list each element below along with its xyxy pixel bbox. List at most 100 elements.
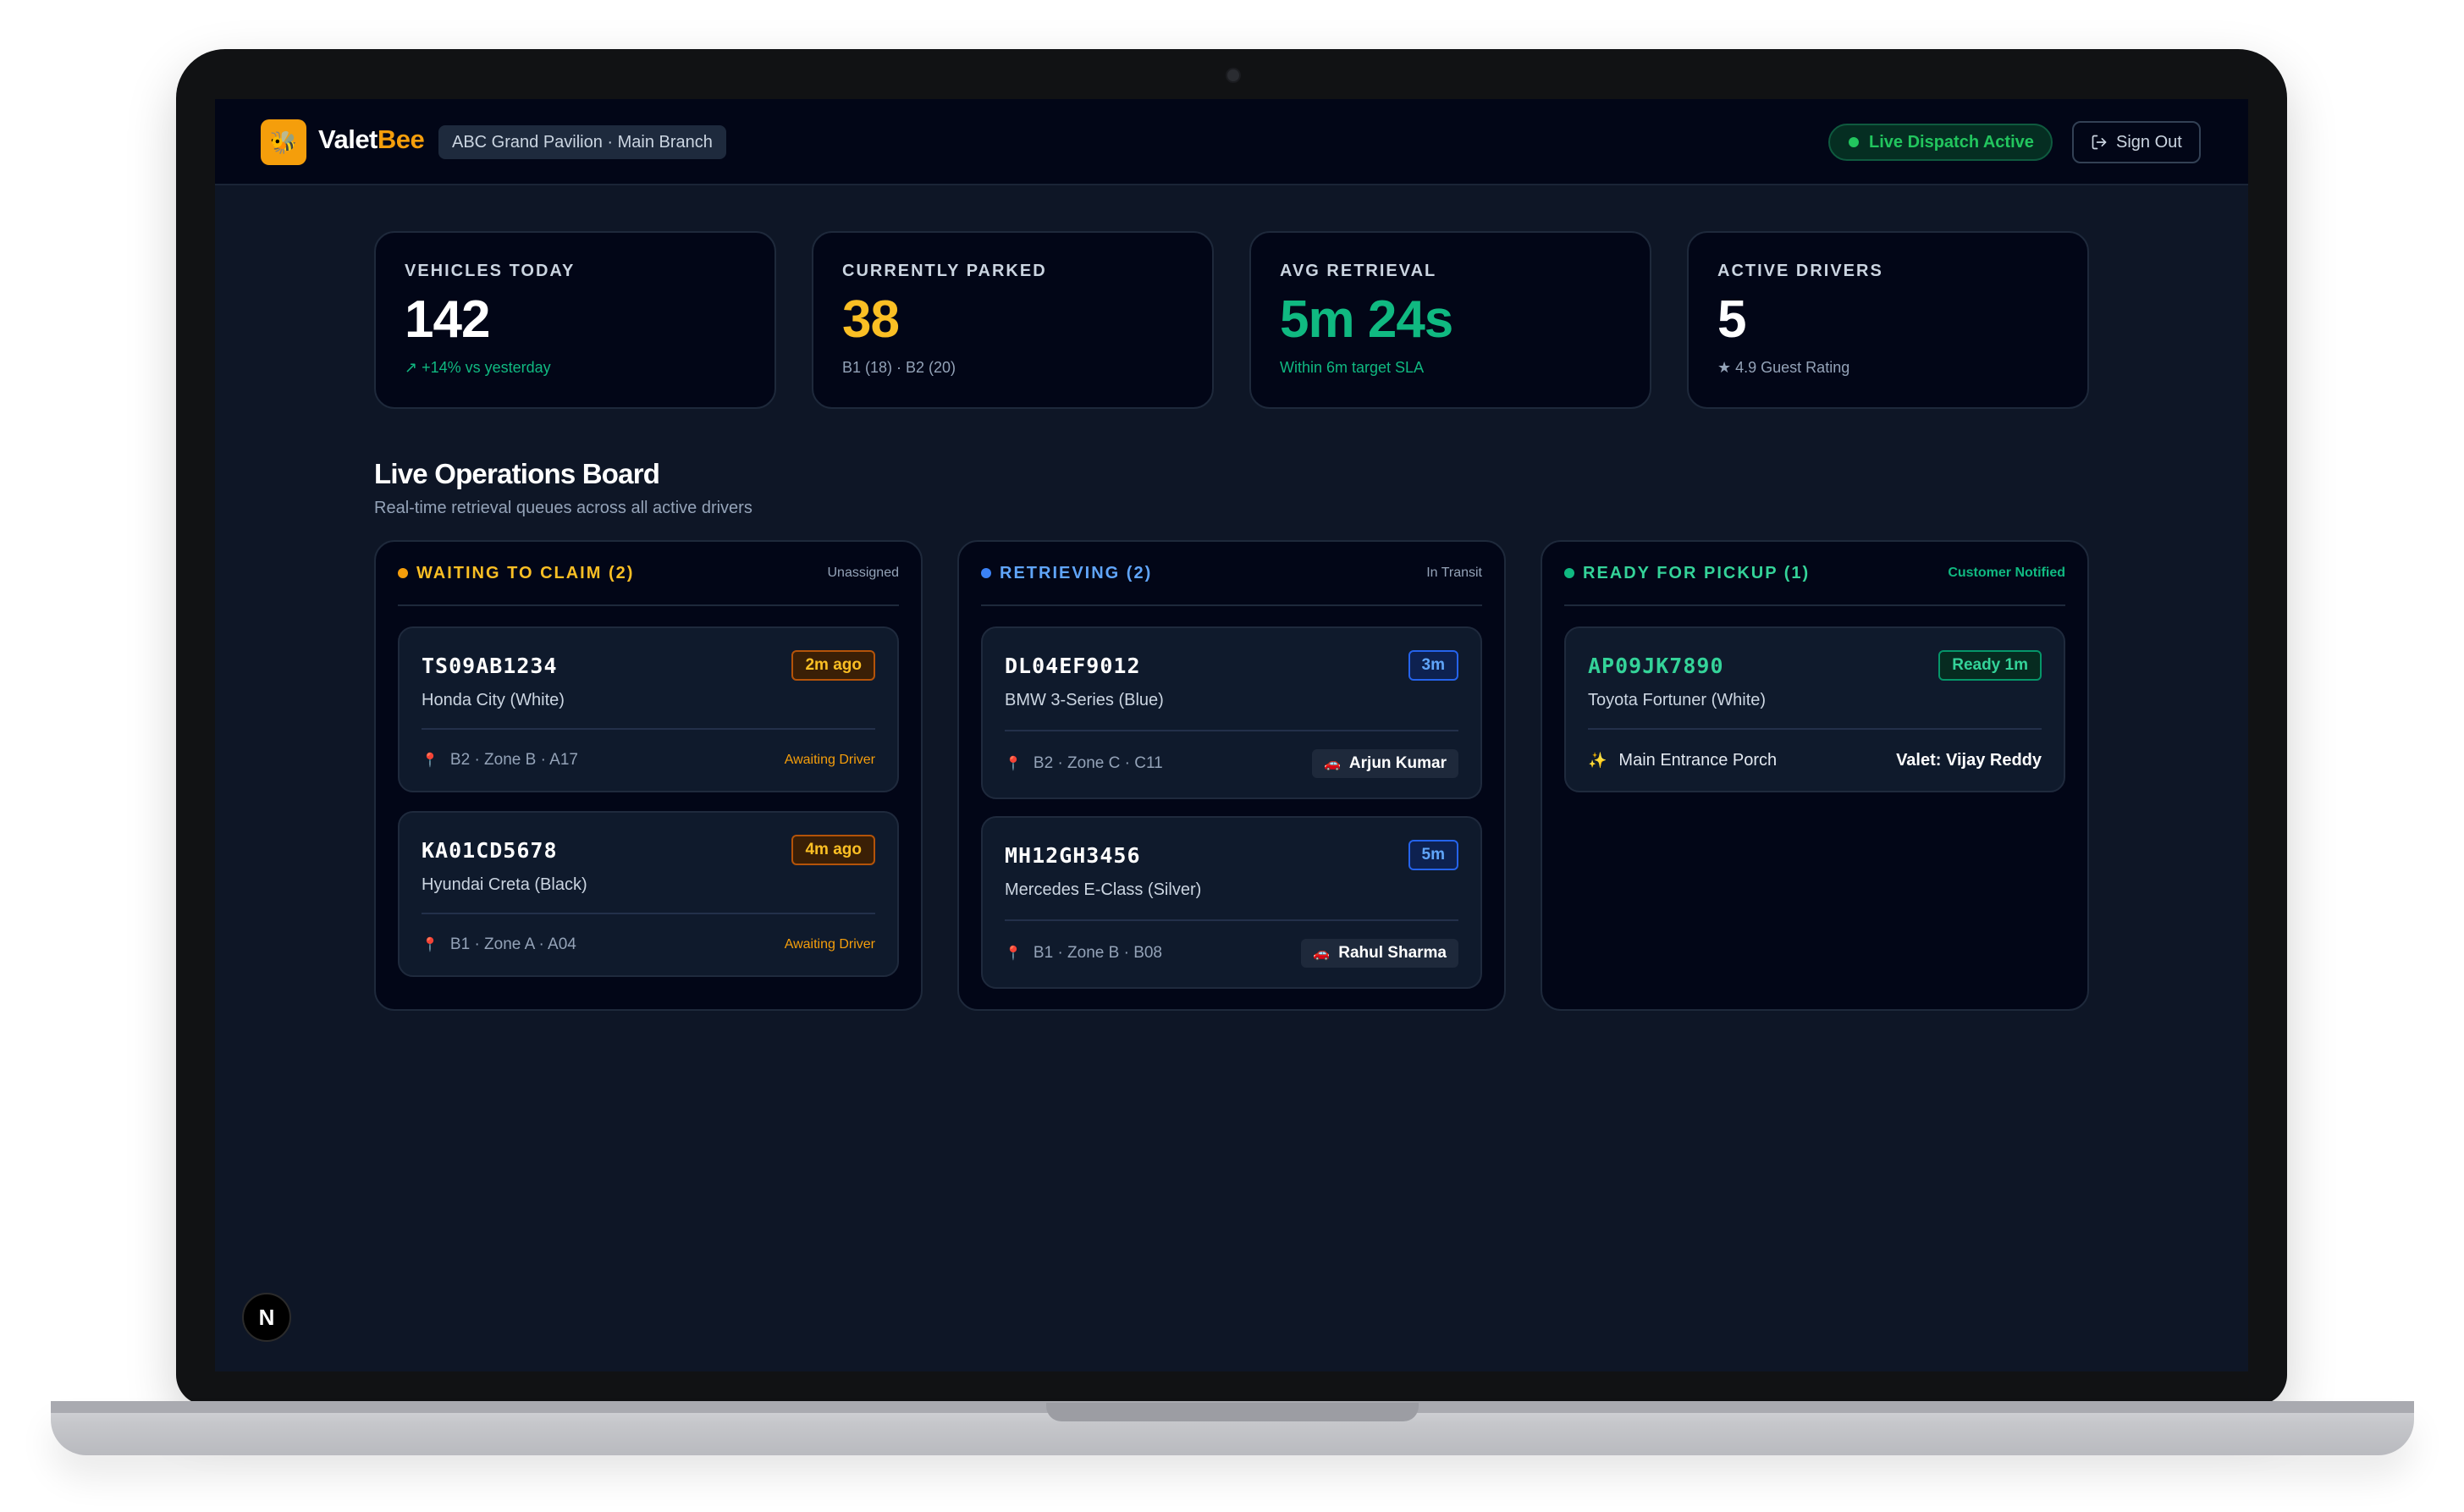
elapsed-time-badge: 5m: [1408, 840, 1458, 870]
vehicle-card[interactable]: KA01CD5678 Hyundai Creta (Black) 4m ago …: [398, 811, 899, 977]
stat-card-active-drivers: ACTIVE DRIVERS 5 ★ 4.9 Guest Rating: [1687, 231, 2089, 409]
plate-number: KA01CD5678: [422, 838, 558, 863]
status-dot: [1564, 568, 1574, 578]
vehicle-model: Toyota Fortuner (White): [1588, 691, 1767, 709]
stat-sla-note: Within 6m target SLA: [1280, 359, 1425, 376]
plate-number: TS09AB1234: [422, 654, 558, 678]
column-waiting-to-claim: WAITING TO CLAIM (2) Unassigned TS09AB12…: [374, 540, 923, 1011]
top-bar: 🐝 ValetBee ABC Grand Pavilion · Main Bra…: [215, 99, 2248, 185]
parking-location: 📍 B2 · Zone C · C11: [1005, 754, 1163, 773]
column-title-label: RETRIEVING (2): [1000, 563, 1153, 582]
card-footer: 📍 B1 · Zone A · A04 Awaiting Driver: [422, 931, 875, 958]
location-label: Main Entrance Porch: [1618, 750, 1778, 770]
card-divider: [422, 913, 875, 914]
webcam-icon: [1226, 68, 1241, 83]
status-label: Awaiting Driver: [784, 937, 875, 952]
stat-breakdown: B1 (18) · B2 (20): [842, 359, 956, 376]
sparkle-icon: ✨: [1588, 751, 1607, 769]
assigned-driver[interactable]: 🚗 Arjun Kumar: [1312, 749, 1458, 778]
map-pin-icon: 📍: [1005, 946, 1022, 961]
dev-badge-letter: N: [258, 1304, 275, 1330]
stat-value: 5m 24s: [1280, 290, 1453, 349]
stat-label: ACTIVE DRIVERS: [1717, 262, 1883, 280]
car-icon: 🚗: [1313, 946, 1331, 961]
sign-out-label: Sign Out: [2116, 132, 2182, 152]
stats-row: VEHICLES TODAY 142 ↗ +14% vs yesterday C…: [374, 231, 2089, 409]
board-title: Live Operations Board: [374, 458, 660, 489]
branch-selector[interactable]: ABC Grand Pavilion · Main Branch: [438, 125, 726, 159]
live-status-label: Live Dispatch Active: [1869, 132, 2034, 152]
card-footer: 📍 B2 · Zone B · A17 Awaiting Driver: [422, 747, 875, 774]
stat-rating: ★ 4.9 Guest Rating: [1717, 359, 1850, 376]
bee-logo-icon: 🐝: [261, 119, 306, 165]
column-title-label: WAITING TO CLAIM (2): [416, 563, 635, 582]
column-note: Customer Notified: [1948, 566, 2065, 580]
column-title: WAITING TO CLAIM (2): [398, 564, 634, 583]
wait-time-badge: 2m ago: [791, 650, 875, 681]
stat-value: 142: [405, 290, 490, 349]
column-title: RETRIEVING (2): [981, 564, 1152, 583]
driver-name: Rahul Sharma: [1338, 944, 1447, 962]
stat-trend: ↗ +14% vs yesterday: [405, 359, 551, 376]
map-pin-icon: 📍: [422, 938, 438, 952]
location-label: B2 · Zone B · A17: [449, 751, 578, 769]
valet-name: Valet: Vijay Reddy: [1896, 750, 2042, 770]
driver-name: Arjun Kumar: [1348, 754, 1447, 772]
location-label: B1 · Zone A · A04: [449, 935, 576, 953]
vehicle-model: BMW 3-Series (Blue): [1005, 691, 1164, 709]
column-retrieving: RETRIEVING (2) In Transit DL04EF9012 BMW…: [957, 540, 1506, 1011]
column-title: READY FOR PICKUP (1): [1564, 564, 1810, 583]
vehicle-card[interactable]: DL04EF9012 BMW 3-Series (Blue) 3m 📍 B2 ·…: [981, 626, 1482, 799]
laptop-base-notch: [1046, 1403, 1419, 1421]
column-note: Unassigned: [827, 566, 900, 580]
status-dot: [981, 568, 991, 578]
sign-out-icon: [2092, 135, 2107, 150]
plate-number: AP09JK7890: [1588, 654, 1724, 678]
live-dispatch-status: Live Dispatch Active: [1828, 124, 2053, 161]
stat-label: AVG RETRIEVAL: [1280, 262, 1437, 280]
brand-name[interactable]: ValetBee: [318, 124, 425, 155]
vehicle-model: Mercedes E-Class (Silver): [1005, 880, 1202, 899]
ready-time-badge: Ready 1m: [1938, 650, 2042, 681]
vehicle-card[interactable]: AP09JK7890 Toyota Fortuner (White) Ready…: [1564, 626, 2065, 792]
column-title-label: READY FOR PICKUP (1): [1583, 563, 1811, 582]
stat-card-vehicles-today: VEHICLES TODAY 142 ↗ +14% vs yesterday: [374, 231, 776, 409]
card-footer: 📍 B2 · Zone C · C11 🚗 Arjun Kumar: [1005, 748, 1458, 779]
app-screen: 🐝 ValetBee ABC Grand Pavilion · Main Bra…: [215, 99, 2248, 1371]
board-subtitle: Real-time retrieval queues across all ac…: [374, 499, 752, 517]
vehicle-card[interactable]: MH12GH3456 Mercedes E-Class (Silver) 5m …: [981, 816, 1482, 989]
card-footer: 📍 B1 · Zone B · B08 🚗 Rahul Sharma: [1005, 938, 1458, 968]
nextjs-dev-badge[interactable]: N: [242, 1293, 291, 1342]
stat-value: 5: [1717, 290, 1746, 349]
map-pin-icon: 📍: [422, 753, 438, 768]
assigned-driver[interactable]: 🚗 Rahul Sharma: [1301, 939, 1458, 968]
location-label: B1 · Zone B · B08: [1033, 944, 1162, 962]
plate-number: DL04EF9012: [1005, 654, 1141, 678]
vehicle-model: Hyundai Creta (Black): [422, 875, 587, 894]
live-indicator-dot: [1849, 137, 1859, 147]
stat-card-avg-retrieval: AVG RETRIEVAL 5m 24s Within 6m target SL…: [1249, 231, 1651, 409]
status-dot: [398, 568, 408, 578]
column-ready-for-pickup: READY FOR PICKUP (1) Customer Notified A…: [1541, 540, 2089, 1011]
elapsed-time-badge: 3m: [1408, 650, 1458, 681]
parking-location: 📍 B1 · Zone B · B08: [1005, 944, 1162, 963]
stat-label: VEHICLES TODAY: [405, 262, 576, 280]
wait-time-badge: 4m ago: [791, 835, 875, 865]
card-divider: [1005, 919, 1458, 921]
card-divider: [422, 728, 875, 730]
column-header: RETRIEVING (2) In Transit: [981, 542, 1482, 606]
location-label: B2 · Zone C · C11: [1033, 754, 1163, 772]
pickup-location: ✨ Main Entrance Porch: [1588, 751, 1777, 770]
stat-card-currently-parked: CURRENTLY PARKED 38 B1 (18) · B2 (20): [812, 231, 1214, 409]
parking-location: 📍 B2 · Zone B · A17: [422, 751, 578, 770]
column-note: In Transit: [1426, 566, 1482, 580]
parking-location: 📍 B1 · Zone A · A04: [422, 935, 576, 954]
plate-number: MH12GH3456: [1005, 843, 1141, 868]
sign-out-button[interactable]: Sign Out: [2072, 121, 2201, 163]
car-icon: 🚗: [1324, 757, 1341, 771]
stat-label: CURRENTLY PARKED: [842, 262, 1047, 280]
map-pin-icon: 📍: [1005, 757, 1022, 771]
status-label: Awaiting Driver: [784, 753, 875, 767]
vehicle-card[interactable]: TS09AB1234 Honda City (White) 2m ago 📍 B…: [398, 626, 899, 792]
card-divider: [1005, 730, 1458, 731]
